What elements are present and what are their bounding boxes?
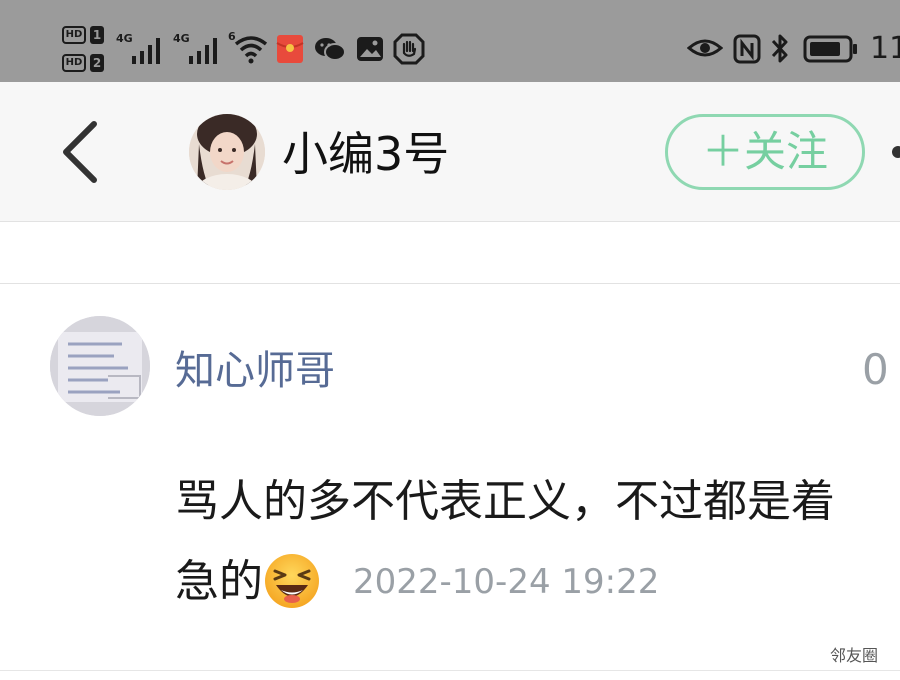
battery-icon bbox=[803, 35, 857, 63]
watermark: 邻友圈 bbox=[830, 645, 879, 667]
wifi-indicator: 6 bbox=[228, 30, 270, 66]
nfc-icon bbox=[733, 34, 761, 64]
wechat-icon bbox=[315, 38, 346, 61]
hd-indicator-2: HD 2 bbox=[62, 54, 104, 74]
comment-timestamp: 2022-10-24 19:22 bbox=[353, 562, 660, 602]
like-count[interactable]: 0 bbox=[862, 342, 889, 398]
profile-photo bbox=[50, 316, 150, 416]
hand-icon bbox=[393, 33, 425, 65]
hd-indicator-1: HD 1 bbox=[62, 26, 104, 46]
profile-photo bbox=[189, 114, 265, 190]
back-button[interactable] bbox=[50, 112, 110, 192]
comment-text-line-2: 急的 2022-10-24 19:22 bbox=[175, 542, 659, 622]
sim-number: 2 bbox=[90, 54, 104, 72]
sim-number: 1 bbox=[90, 26, 104, 44]
comment-avatar[interactable] bbox=[50, 316, 150, 416]
red-packet-icon bbox=[276, 35, 304, 63]
screen: HD 1 HD 2 4G 4G 6 11 小编3号 ＋关注 知心师哥 0 骂人的… bbox=[0, 0, 900, 680]
hd-label: HD bbox=[62, 54, 86, 72]
bluetooth-icon bbox=[771, 34, 788, 63]
hd-label: HD bbox=[62, 26, 86, 44]
avatar[interactable] bbox=[189, 114, 265, 190]
bottom-divider bbox=[0, 670, 900, 671]
comment-text-tail: 急的 bbox=[175, 556, 263, 607]
status-bar: HD 1 HD 2 4G 4G 6 11 bbox=[0, 0, 900, 82]
more-dots-icon[interactable] bbox=[892, 146, 900, 158]
comment-text-line-1: 骂人的多不代表正义，不过都是着 bbox=[175, 476, 835, 527]
page-title: 小编3号 bbox=[282, 127, 450, 181]
wifi-version-label: 6 bbox=[228, 30, 236, 43]
chevron-left-icon bbox=[63, 121, 97, 183]
section-divider bbox=[0, 283, 900, 284]
follow-button[interactable]: ＋关注 bbox=[665, 114, 865, 190]
comment-author[interactable]: 知心师哥 bbox=[175, 343, 335, 399]
clock-time: 11 bbox=[870, 31, 900, 66]
eye-icon bbox=[687, 39, 723, 57]
top-nav-bar: 小编3号 ＋关注 bbox=[0, 82, 900, 222]
laughing-emoji bbox=[265, 554, 319, 608]
gallery-icon bbox=[357, 37, 383, 61]
